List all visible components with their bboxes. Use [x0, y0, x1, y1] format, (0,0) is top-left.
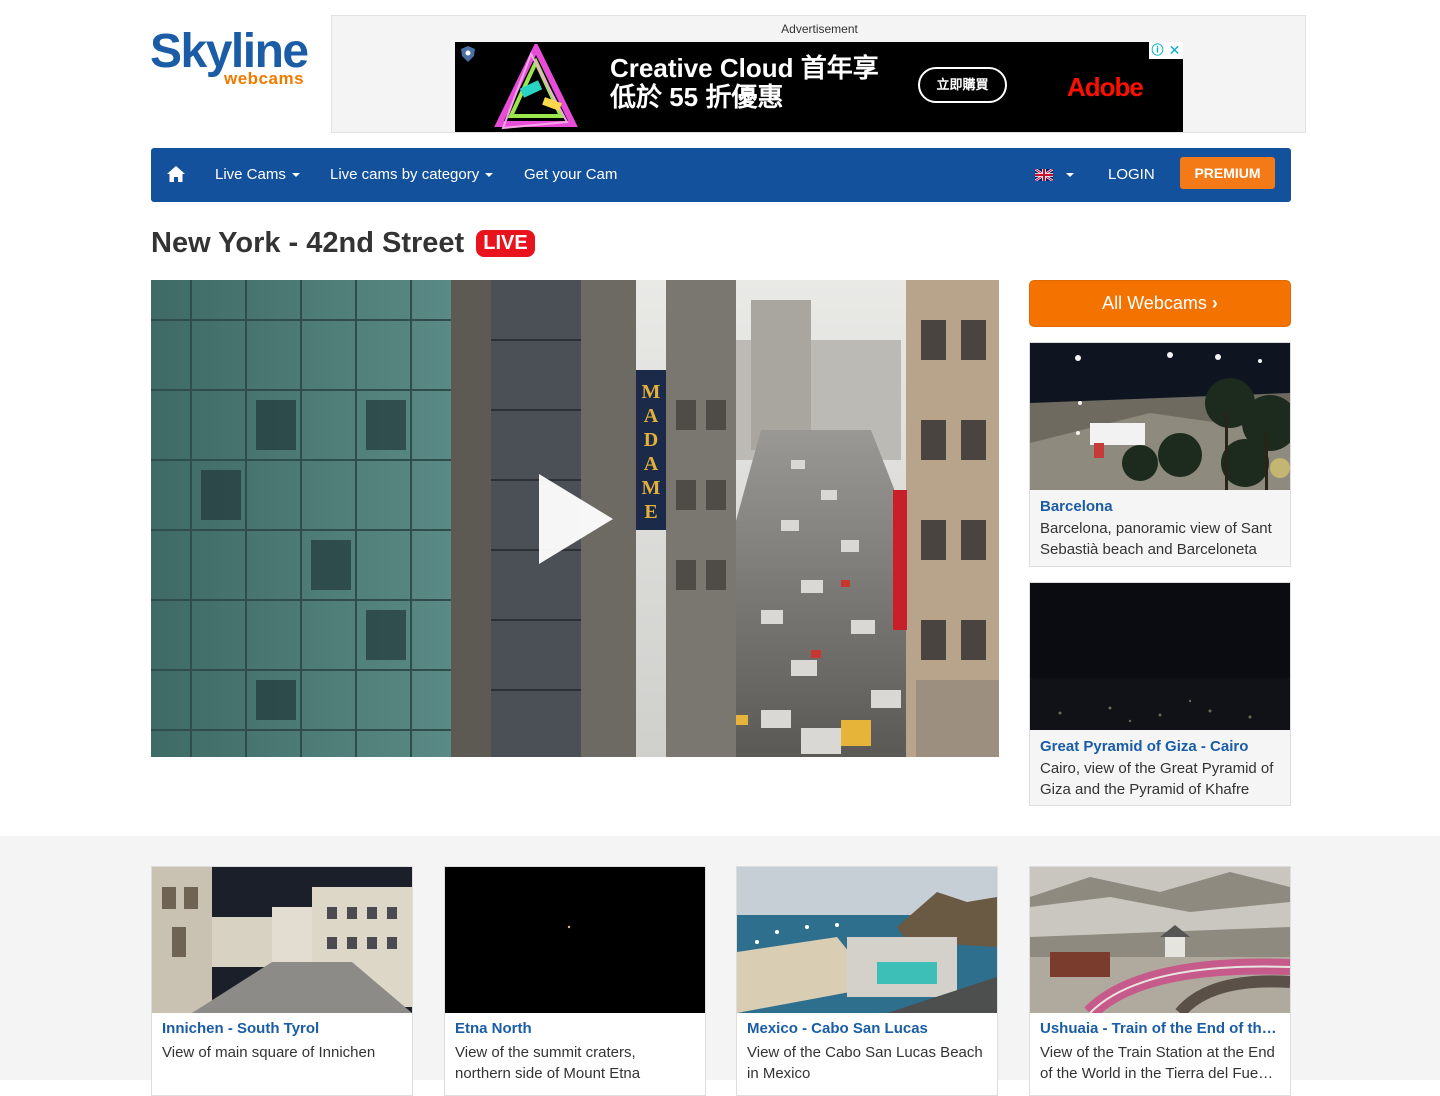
- card-title[interactable]: Innichen - South Tyrol: [152, 1018, 412, 1040]
- ad-close-icon[interactable]: ✕: [1166, 42, 1183, 59]
- card-title[interactable]: Ushuaia - Train of the End of th…: [1030, 1018, 1290, 1040]
- nav-get-cam-label: Get your Cam: [524, 166, 618, 183]
- login-link[interactable]: LOGIN: [1108, 148, 1155, 202]
- chevron-down-icon: [485, 173, 494, 178]
- card-title[interactable]: Etna North: [445, 1018, 705, 1040]
- card-description: Barcelona, panoramic view of Sant Sebast…: [1040, 520, 1272, 558]
- webcam-card-ushuaia[interactable]: Ushuaia - Train of the End of th… View o…: [1029, 866, 1291, 1096]
- svg-text:E: E: [644, 501, 657, 523]
- logo-sub-text: webcams: [224, 69, 305, 88]
- nav-get-your-cam[interactable]: Get your Cam: [524, 148, 617, 202]
- card-description: View of the summit craters, northern sid…: [455, 1044, 641, 1082]
- card-description: Cairo, view of the Great Pyramid of Giza…: [1040, 760, 1274, 798]
- card-title[interactable]: Barcelona: [1030, 496, 1290, 518]
- chevron-right-icon: ›: [1211, 293, 1218, 313]
- uk-flag-icon[interactable]: [1035, 169, 1053, 181]
- all-webcams-label: All Webcams: [1102, 293, 1207, 313]
- innichen-thumbnail: [152, 867, 412, 1013]
- barcelona-thumbnail: [1030, 343, 1290, 490]
- svg-text:M: M: [642, 477, 661, 499]
- svg-text:M: M: [642, 381, 661, 403]
- webcam-card-barcelona[interactable]: Barcelona Barcelona, panoramic view of S…: [1029, 342, 1291, 567]
- site-header: Skyline webcams Advertisement Creative C…: [0, 0, 1440, 148]
- webcam-card-giza[interactable]: Great Pyramid of Giza - Cairo Cairo, vie…: [1029, 582, 1291, 806]
- ad-banner[interactable]: Creative Cloud 首年享 低於 55 折優惠 立即購買 Adobe …: [455, 42, 1183, 132]
- webcam-card-innichen[interactable]: Innichen - South Tyrol View of main squa…: [151, 866, 413, 1096]
- webcam-card-etna[interactable]: Etna North View of the summit craters, n…: [444, 866, 706, 1096]
- advertisement-label: Advertisement: [781, 22, 858, 36]
- live-badge: LIVE: [476, 230, 535, 257]
- cabo-san-lucas-thumbnail: [737, 867, 997, 1013]
- webcam-video-player[interactable]: M A D A M E: [151, 280, 999, 757]
- nav-live-cams-label: Live Cams: [215, 166, 286, 183]
- home-icon[interactable]: [165, 163, 187, 185]
- login-label: LOGIN: [1108, 166, 1155, 183]
- webcam-card-cabo-san-lucas[interactable]: Mexico - Cabo San Lucas View of the Cabo…: [736, 866, 998, 1096]
- premium-button[interactable]: PREMIUM: [1180, 157, 1275, 189]
- card-description: View of main square of Innichen: [162, 1044, 376, 1061]
- card-description: View of the Train Station at the End of …: [1040, 1044, 1275, 1082]
- ad-cta-button[interactable]: 立即購買: [918, 67, 1007, 103]
- play-icon[interactable]: [537, 472, 617, 566]
- ad-shield-icon: [461, 46, 475, 62]
- advertisement-box: Advertisement Creative Cloud 首年享 低於 55 折…: [331, 15, 1306, 133]
- ushuaia-thumbnail: [1030, 867, 1290, 1013]
- card-title[interactable]: Great Pyramid of Giza - Cairo: [1030, 736, 1290, 758]
- svg-text:A: A: [644, 405, 659, 427]
- nav-live-cams[interactable]: Live Cams: [215, 148, 300, 202]
- giza-thumbnail: [1030, 583, 1290, 730]
- skyline-webcams-logo[interactable]: Skyline webcams: [150, 24, 320, 90]
- svg-text:A: A: [644, 453, 659, 475]
- ad-info-icon[interactable]: ⓘ: [1149, 42, 1166, 59]
- ad-brand-logo: Adobe: [1067, 72, 1144, 102]
- nav-by-category-label: Live cams by category: [330, 166, 480, 183]
- chevron-down-icon: [291, 173, 300, 178]
- nav-live-cams-by-category[interactable]: Live cams by category: [330, 148, 494, 202]
- main-navbar: Live Cams Live cams by category Get your…: [151, 148, 1291, 202]
- ad-artwork-icon: [494, 44, 578, 130]
- all-webcams-button[interactable]: All Webcams ›: [1029, 280, 1291, 327]
- page-title: New York - 42nd Street LIVE: [151, 225, 535, 263]
- card-title[interactable]: Mexico - Cabo San Lucas: [737, 1018, 997, 1040]
- page-title-text: New York - 42nd Street: [151, 227, 465, 259]
- language-chevron-down-icon[interactable]: [1066, 173, 1074, 177]
- card-description: View of the Cabo San Lucas Beach in Mexi…: [747, 1044, 983, 1082]
- svg-text:D: D: [644, 429, 658, 451]
- etna-thumbnail: [445, 867, 705, 1013]
- ad-headline: Creative Cloud 首年享 低於 55 折優惠: [610, 53, 879, 112]
